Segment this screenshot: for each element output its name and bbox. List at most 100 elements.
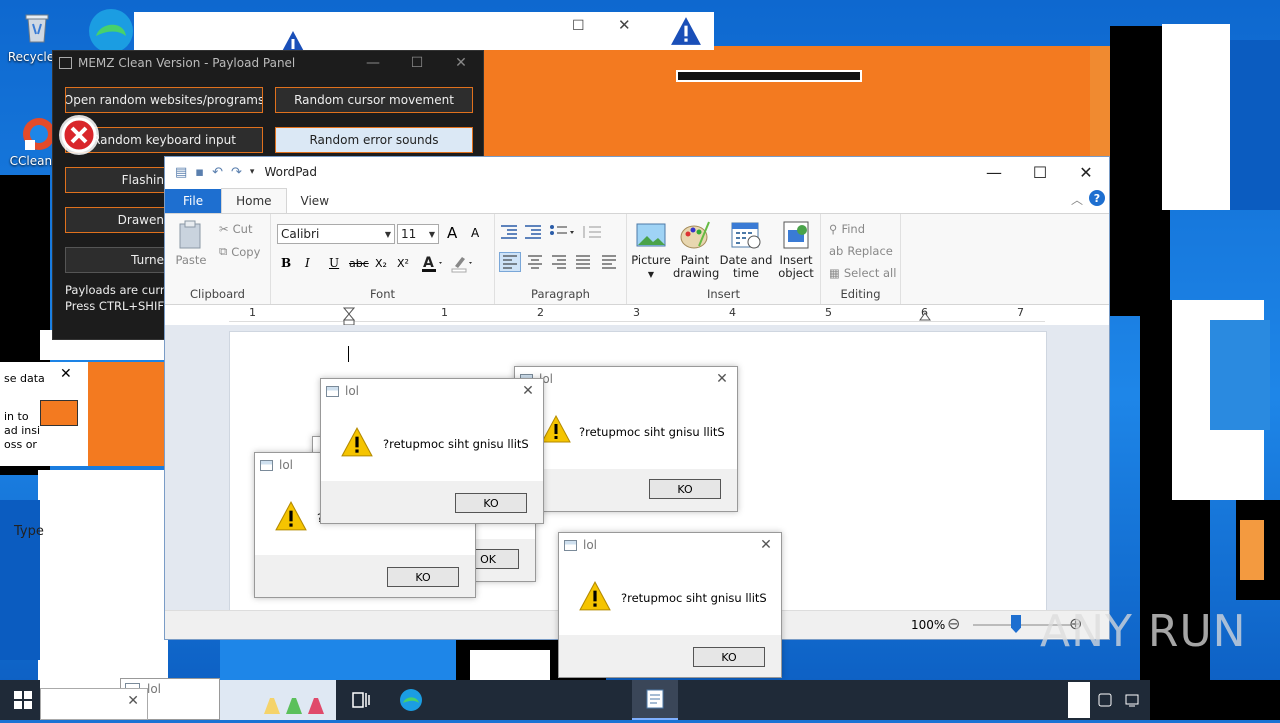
help-icon[interactable]: ?: [1089, 190, 1105, 206]
paste-label: Paste: [175, 253, 207, 267]
window-title: WordPad: [264, 165, 317, 179]
paste-button[interactable]: Paste: [173, 220, 209, 267]
fragment-text: in to: [4, 410, 29, 423]
align-center-icon[interactable]: [525, 253, 545, 272]
close-button[interactable]: ✕: [707, 371, 737, 387]
warning-icon: [579, 581, 611, 614]
ok-button[interactable]: KO: [387, 567, 459, 587]
dialog-footer: KO: [559, 635, 781, 677]
error-icon: [56, 112, 102, 161]
close-button[interactable]: ✕: [618, 16, 631, 34]
cut-button[interactable]: ✂ Cut: [219, 222, 252, 236]
customize-dropdown-icon[interactable]: ▾: [250, 167, 255, 177]
shrink-font-button[interactable]: A: [471, 226, 479, 240]
payload-drawing-button[interactable]: Drawen: [65, 207, 165, 233]
maximize-button[interactable]: ☐: [1017, 157, 1063, 187]
collapse-ribbon-icon[interactable]: ︿: [1071, 191, 1083, 208]
maximize-button[interactable]: ☐: [572, 18, 585, 34]
close-button[interactable]: ✕: [439, 55, 483, 71]
date-time-button[interactable]: Date and time: [719, 220, 773, 280]
ccleaner-icon: [19, 114, 55, 150]
payload-cursor-button[interactable]: Random cursor movement: [275, 87, 473, 113]
watermark: ANY RUN: [1040, 606, 1247, 657]
background-window: ☐ ✕: [134, 12, 714, 50]
bold-button[interactable]: B: [281, 256, 291, 270]
ok-button[interactable]: KO: [455, 493, 527, 513]
paste-icon: [175, 220, 207, 250]
window-title: MEMZ Clean Version - Payload Panel: [78, 56, 296, 70]
close-button[interactable]: ✕: [513, 383, 543, 399]
wordpad-titlebar[interactable]: ▤ ▪ ↶ ↷ ▾ WordPad: [165, 157, 1109, 187]
minimize-button[interactable]: —: [971, 157, 1017, 187]
tab-file[interactable]: File: [165, 189, 222, 213]
copy-button[interactable]: ⧉ Copy: [219, 244, 260, 259]
task-view-icon[interactable]: [338, 680, 384, 720]
maximize-button[interactable]: ☐: [395, 55, 439, 71]
warning-icon: [341, 427, 373, 460]
tab-home[interactable]: Home: [221, 188, 287, 213]
align-right-icon[interactable]: [549, 253, 569, 272]
close-button[interactable]: ✕: [1063, 157, 1109, 187]
payload-websites-button[interactable]: Open random websites/programs: [65, 87, 263, 113]
select-all-button[interactable]: ▦ Select all: [829, 266, 896, 280]
line-spacing-icon[interactable]: [581, 224, 607, 243]
undo-icon[interactable]: ↶: [212, 165, 223, 180]
notification-icon[interactable]: [1090, 680, 1120, 720]
redo-icon[interactable]: ↷: [231, 165, 242, 180]
close-button[interactable]: ✕: [751, 537, 781, 553]
insert-object-button[interactable]: Insert object: [775, 220, 817, 280]
align-left-icon[interactable]: [499, 252, 521, 272]
decrease-indent-icon[interactable]: [499, 224, 519, 243]
taskbar-app-thumbnail[interactable]: [220, 680, 336, 720]
edge-taskbar-icon[interactable]: [388, 680, 434, 720]
text-color-button[interactable]: A: [421, 254, 445, 277]
wordpad-taskbar-icon[interactable]: [632, 680, 678, 720]
glitch-block: [1210, 320, 1270, 430]
payload-flashing-button[interactable]: Flashin: [65, 167, 165, 193]
save-icon[interactable]: ▪: [195, 165, 204, 180]
tab-view[interactable]: View: [287, 189, 343, 213]
close-button[interactable]: ✕: [60, 366, 72, 382]
svg-text:A: A: [423, 255, 434, 271]
ok-button[interactable]: KO: [649, 479, 721, 499]
superscript-button[interactable]: X²: [397, 257, 409, 270]
subscript-button[interactable]: X₂: [375, 257, 387, 270]
paragraph-settings-icon[interactable]: [599, 253, 619, 272]
fragment-button[interactable]: [40, 400, 78, 426]
paint-drawing-button[interactable]: Paint drawing: [673, 220, 719, 280]
right-indent-marker[interactable]: [919, 311, 931, 324]
payload-sounds-button[interactable]: Random error sounds: [275, 127, 473, 153]
fragment-text: ad insi: [4, 424, 41, 437]
ruler[interactable]: 1 1 2 3 4 5 6 7: [229, 305, 1045, 326]
zoom-slider-thumb[interactable]: [1011, 615, 1021, 633]
ruler-number: 3: [633, 306, 640, 319]
find-button[interactable]: ⚲ Find: [829, 222, 865, 236]
replace-label: Replace: [847, 244, 893, 258]
close-button[interactable]: ✕: [127, 693, 139, 709]
recycle-bin-icon: [19, 10, 55, 46]
justify-icon[interactable]: [573, 253, 593, 272]
grow-font-button[interactable]: A: [447, 224, 457, 242]
font-family-select[interactable]: Calibri ▼: [277, 224, 395, 244]
increase-indent-icon[interactable]: [523, 224, 543, 243]
glitch-bar: [676, 70, 862, 82]
minimize-button[interactable]: —: [351, 55, 395, 71]
zoom-out-button[interactable]: ⊖: [947, 614, 960, 633]
dialog-footer: KO: [321, 481, 543, 523]
payload-turn-button[interactable]: Turne: [65, 247, 165, 273]
highlight-color-button[interactable]: [451, 254, 475, 277]
bullet-list-icon[interactable]: [549, 224, 575, 243]
italic-button[interactable]: I: [305, 256, 310, 270]
ok-button[interactable]: KO: [693, 647, 765, 667]
replace-button[interactable]: ab Replace: [829, 244, 893, 258]
edge-icon[interactable]: [86, 6, 136, 56]
underline-button[interactable]: U: [329, 256, 339, 270]
font-size-select[interactable]: 11 ▼: [397, 224, 439, 244]
network-icon[interactable]: [1118, 680, 1148, 720]
insert-picture-button[interactable]: Picture ▼: [631, 220, 671, 281]
message-dialog: lol ✕ ?retupmoc siht gnisu llitS KO: [558, 532, 782, 678]
memz-titlebar[interactable]: MEMZ Clean Version - Payload Panel — ☐ ✕: [53, 51, 483, 75]
strikethrough-button[interactable]: abc: [349, 257, 369, 270]
dialog-footer: KO: [255, 555, 475, 597]
insert-object-label: Insert: [779, 253, 813, 267]
